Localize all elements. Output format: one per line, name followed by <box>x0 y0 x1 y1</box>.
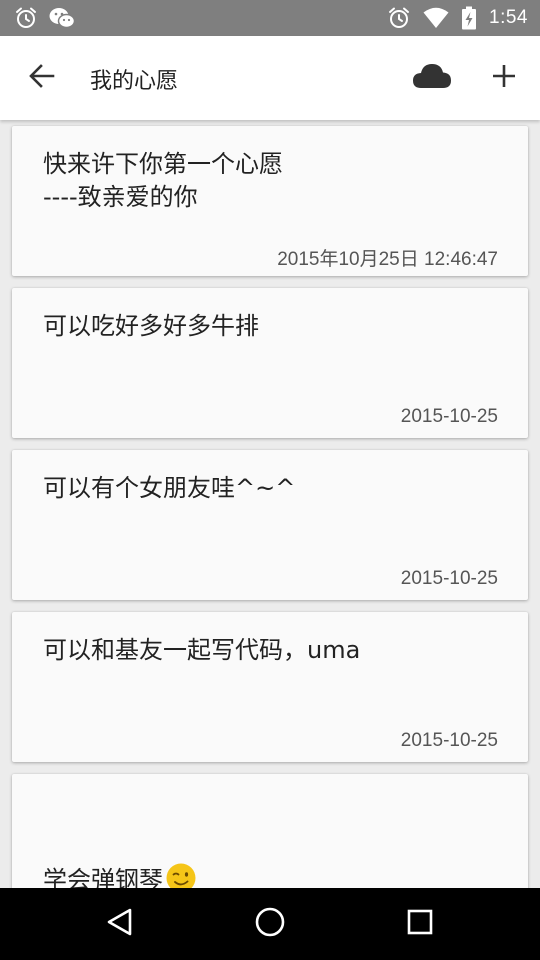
cloud-sync-button[interactable] <box>408 58 456 98</box>
wish-card[interactable]: 快来许下你第一个心愿 ----致亲爱的你 2015年10月25日 12:46:4… <box>12 126 528 276</box>
wish-list[interactable]: 快来许下你第一个心愿 ----致亲爱的你 2015年10月25日 12:46:4… <box>0 120 540 888</box>
battery-charging-icon <box>461 6 477 30</box>
wish-date: 2015-10-25 <box>400 568 498 589</box>
wechat-icon <box>48 6 76 30</box>
alarm-icon <box>14 6 38 30</box>
wish-card[interactable]: 可以有个女朋友哇^~^ 2015-10-25 <box>12 450 528 600</box>
wish-text: 快来许下你第一个心愿 ----致亲爱的你 <box>43 150 283 211</box>
status-left-icons <box>14 6 76 30</box>
wish-text: 可以有个女朋友哇^~^ <box>43 474 296 502</box>
add-wish-button[interactable] <box>482 56 526 100</box>
wish-card[interactable]: 可以和基友一起写代码，uma 2015-10-25 <box>12 612 528 762</box>
wish-date: 2015-10-25 <box>400 406 498 427</box>
wifi-icon <box>423 7 449 29</box>
wish-text-container: 学会弹钢琴 <box>43 796 197 888</box>
winking-face-emoji-icon <box>165 829 197 888</box>
wish-text: 可以和基友一起写代码，uma <box>43 636 361 664</box>
back-arrow-icon <box>28 62 56 94</box>
nav-recents-button[interactable] <box>398 902 442 946</box>
wish-card[interactable]: 学会弹钢琴 <box>12 774 528 888</box>
nav-home-button[interactable] <box>248 902 292 946</box>
home-circle-icon <box>254 906 286 942</box>
nav-back-button[interactable] <box>98 902 142 946</box>
back-button[interactable] <box>20 56 64 100</box>
wish-text: 可以吃好多好多牛排 <box>43 312 259 340</box>
status-right-icons: 1:54 <box>387 6 528 30</box>
page-title: 我的心愿 <box>90 69 179 94</box>
wish-text: 学会弹钢琴 <box>43 866 163 888</box>
wish-date: 2015年10月25日 12:46:47 <box>277 249 498 270</box>
cloud-icon <box>412 62 452 94</box>
status-bar: 1:54 <box>0 0 540 36</box>
navigation-bar <box>0 888 540 960</box>
add-icon <box>492 64 516 92</box>
wish-date: 2015-10-25 <box>400 730 498 751</box>
status-time: 1:54 <box>489 7 528 28</box>
back-triangle-icon <box>106 907 134 941</box>
recents-square-icon <box>406 908 434 940</box>
wish-card[interactable]: 可以吃好多好多牛排 2015-10-25 <box>12 288 528 438</box>
alarm-icon <box>387 6 411 30</box>
app-bar: 我的心愿 <box>0 36 540 120</box>
